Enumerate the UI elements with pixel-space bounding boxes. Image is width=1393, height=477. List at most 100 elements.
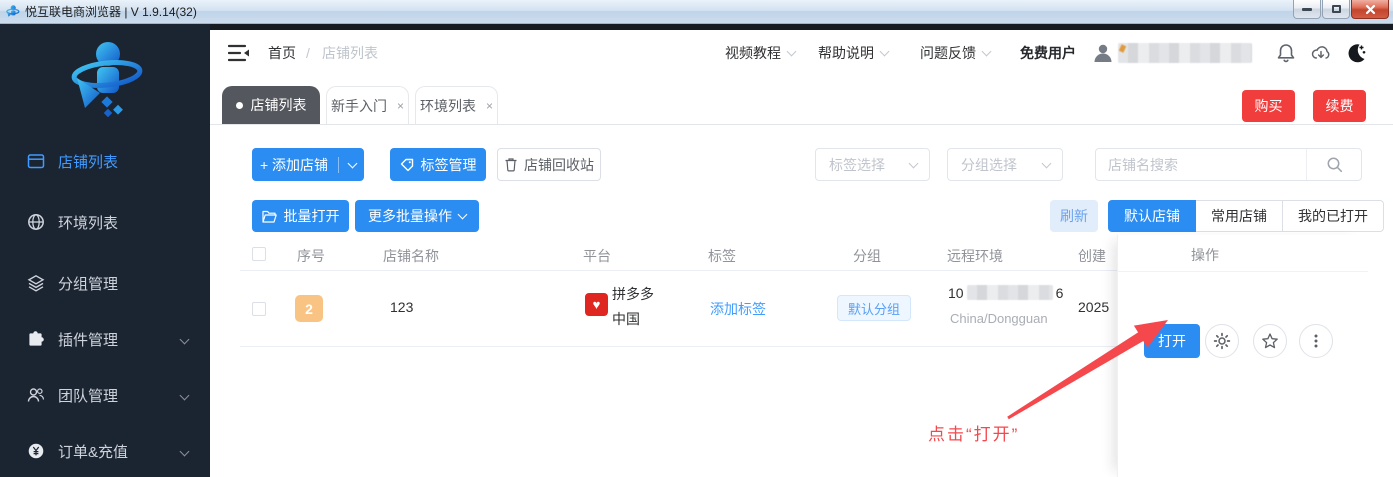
chevron-down-icon — [179, 390, 190, 400]
maximize-icon — [1331, 5, 1341, 13]
shop-search-box — [1095, 148, 1362, 181]
main-content: 首页 / 店铺列表 视频教程 帮助说明 问题反馈 免费用户 店铺列表 新手入门 … — [210, 30, 1393, 477]
store-icon — [27, 154, 45, 169]
menu-label: 问题反馈 — [920, 45, 976, 61]
close-icon[interactable]: × — [397, 99, 404, 113]
tab-beginner-guide[interactable]: 新手入门 × — [326, 86, 409, 124]
menu-help[interactable]: 帮助说明 — [818, 30, 890, 76]
more-actions-button[interactable] — [1299, 324, 1333, 358]
kebab-menu-icon — [1314, 334, 1318, 348]
dark-mode-moon-icon[interactable] — [1345, 42, 1367, 64]
chevron-down-icon — [879, 46, 890, 56]
tag-manage-label: 标签管理 — [420, 156, 477, 173]
add-tag-link[interactable]: 添加标签 — [710, 299, 766, 319]
sidebar-item-label: 店铺列表 — [58, 153, 119, 171]
search-icon — [1327, 157, 1342, 173]
select-all-checkbox[interactable] — [252, 247, 266, 261]
favorite-button[interactable] — [1253, 324, 1287, 358]
user-plan-badge: 免费用户 — [1020, 45, 1076, 61]
col-remote-env: 远程环境 — [947, 248, 1003, 264]
created-date: 2025 — [1078, 299, 1110, 315]
username-redacted — [1118, 43, 1252, 63]
sidebar-item-label: 环境列表 — [58, 214, 119, 232]
sidebar-item-shop-list[interactable]: 店铺列表 — [0, 143, 210, 179]
segment-default-shops[interactable]: 默认店铺 — [1108, 200, 1196, 232]
search-button[interactable] — [1306, 149, 1361, 180]
folder-open-icon — [261, 210, 277, 223]
col-created: 创建 — [1078, 248, 1106, 264]
group-badge: 默认分组 — [837, 295, 912, 321]
group-select-placeholder: 分组选择 — [961, 156, 1017, 173]
col-operation: 操作 — [1191, 247, 1219, 263]
yen-coin-icon — [28, 443, 44, 459]
row-index-badge: 2 — [295, 295, 323, 322]
tab-shop-list[interactable]: 店铺列表 — [222, 86, 320, 124]
button-divider — [338, 156, 340, 173]
user-avatar-icon[interactable] — [1092, 42, 1114, 64]
sidebar-item-group-manage[interactable]: 分组管理 — [0, 265, 210, 301]
chevron-down-icon — [457, 209, 468, 220]
annotation-text: 点击“打开” — [928, 425, 1020, 444]
menu-label: 帮助说明 — [818, 45, 874, 61]
chevron-down-icon — [981, 46, 992, 56]
notification-bell-icon[interactable] — [1275, 42, 1297, 64]
close-icon[interactable]: × — [486, 99, 493, 113]
sidebar-item-orders-recharge[interactable]: 订单&充值 — [0, 433, 210, 469]
settings-button[interactable] — [1205, 324, 1239, 358]
add-shop-label: + 添加店铺 — [259, 156, 329, 173]
menu-label: 视频教程 — [725, 45, 781, 61]
ip-prefix: 10 — [948, 285, 964, 301]
renew-button[interactable]: 续费 — [1313, 90, 1366, 122]
col-group: 分组 — [853, 248, 881, 264]
tab-env-list[interactable]: 环境列表 × — [415, 86, 498, 124]
col-platform: 平台 — [583, 248, 611, 264]
breadcrumb-home[interactable]: 首页 — [268, 30, 296, 76]
trash-icon — [505, 158, 517, 172]
minimize-button[interactable] — [1293, 0, 1321, 19]
segment-my-opened[interactable]: 我的已打开 — [1282, 200, 1384, 232]
group-select-dropdown[interactable]: 分组选择 — [947, 148, 1063, 181]
cloud-download-icon[interactable] — [1310, 42, 1332, 64]
sidebar-item-env-list[interactable]: 环境列表 — [0, 204, 210, 240]
fixed-operation-column: 操作 打开 — [1117, 235, 1368, 477]
chevron-down-icon — [786, 46, 797, 56]
add-shop-split-button[interactable]: + 添加店铺 — [252, 148, 364, 181]
chevron-down-icon[interactable] — [347, 158, 358, 168]
tag-manage-button[interactable]: 标签管理 — [390, 148, 486, 181]
tab-label: 环境列表 — [419, 97, 476, 114]
batch-open-label: 批量打开 — [283, 208, 340, 224]
open-button[interactable]: 打开 — [1144, 324, 1200, 358]
shop-search-input[interactable] — [1096, 149, 1306, 180]
chevron-down-icon — [179, 446, 190, 456]
sidebar-item-team-manage[interactable]: 团队管理 — [0, 377, 210, 413]
segment-frequent-shops[interactable]: 常用店铺 — [1195, 200, 1283, 232]
menu-feedback[interactable]: 问题反馈 — [920, 30, 992, 76]
menu-collapse-icon[interactable] — [228, 43, 250, 63]
sidebar-item-label: 分组管理 — [58, 275, 119, 293]
globe-icon — [28, 214, 44, 230]
maximize-button[interactable] — [1322, 0, 1350, 19]
header-divider — [1118, 271, 1368, 272]
sidebar-item-plugin-manage[interactable]: 插件管理 — [0, 321, 210, 357]
menu-video-tutorial[interactable]: 视频教程 — [725, 30, 797, 76]
chevron-down-icon — [1041, 158, 1052, 168]
refresh-button[interactable]: 刷新 — [1050, 200, 1098, 232]
recycle-bin-label: 店铺回收站 — [524, 156, 594, 173]
gear-icon — [1213, 332, 1231, 350]
breadcrumb-separator: / — [306, 45, 310, 61]
sidebar: 店铺列表 环境列表 分组管理 插件管理 团队管理 订单&充值 — [0, 24, 210, 477]
tab-underline — [210, 124, 1393, 125]
chevron-down-icon — [179, 334, 190, 344]
pinduoduo-logo-icon: ♥ — [585, 293, 608, 316]
minimize-icon — [1302, 7, 1312, 11]
buy-button[interactable]: 购买 — [1242, 90, 1295, 122]
close-button[interactable] — [1351, 0, 1389, 19]
tag-select-placeholder: 标签选择 — [829, 156, 885, 173]
batch-open-button[interactable]: 批量打开 — [252, 200, 349, 232]
sidebar-item-label: 团队管理 — [58, 387, 119, 405]
tag-select-dropdown[interactable]: 标签选择 — [815, 148, 930, 181]
row-select-checkbox[interactable] — [252, 302, 266, 316]
recycle-bin-button[interactable]: 店铺回收站 — [497, 148, 601, 181]
tab-label: 店铺列表 — [250, 97, 307, 113]
more-batch-actions-button[interactable]: 更多批量操作 — [355, 200, 479, 232]
